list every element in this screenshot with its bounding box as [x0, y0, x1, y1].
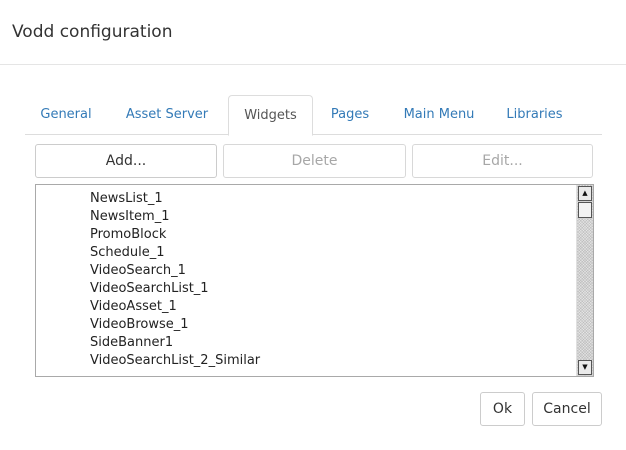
list-item[interactable]: NewsItem_1	[76, 208, 575, 226]
add-widget-button[interactable]: Add...	[35, 144, 217, 178]
tab-main-menu[interactable]: Main Menu	[389, 95, 489, 135]
dialog-title: Vodd configuration	[12, 22, 173, 42]
scrollbar-thumb[interactable]	[578, 202, 592, 218]
tab-widgets[interactable]: Widgets	[228, 95, 313, 136]
edit-widget-button[interactable]: Edit...	[412, 144, 593, 178]
tab-asset-server[interactable]: Asset Server	[111, 95, 223, 135]
list-item[interactable]: SideBanner1	[76, 334, 575, 352]
list-item[interactable]: VideoSearchList_2_Similar	[76, 352, 575, 370]
tab-bar: General Asset Server Widgets Pages Main …	[25, 95, 602, 136]
dialog-header: Vodd configuration	[0, 0, 626, 65]
widgets-listbox[interactable]: NewsList_1 NewsItem_1 PromoBlock Schedul…	[35, 184, 594, 377]
list-item[interactable]: VideoSearchList_1	[76, 280, 575, 298]
list-item[interactable]: Schedule_1	[76, 244, 575, 262]
list-item[interactable]: NewsList_1	[76, 190, 575, 208]
triangle-down-icon[interactable]: ▼	[578, 360, 592, 375]
vertical-scrollbar[interactable]: ▲ ▼	[576, 185, 593, 376]
tab-libraries[interactable]: Libraries	[495, 95, 574, 135]
triangle-up-icon[interactable]: ▲	[578, 186, 592, 201]
list-item[interactable]: PromoBlock	[76, 226, 575, 244]
tab-general[interactable]: General	[25, 95, 107, 135]
tab-pages[interactable]: Pages	[317, 95, 383, 135]
ok-button[interactable]: Ok	[480, 392, 525, 426]
list-item[interactable]: VideoBrowse_1	[76, 316, 575, 334]
cancel-button[interactable]: Cancel	[532, 392, 602, 426]
list-item[interactable]: VideoAsset_1	[76, 298, 575, 316]
list-item[interactable]: VideoSearch_1	[76, 262, 575, 280]
widgets-list: NewsList_1 NewsItem_1 PromoBlock Schedul…	[36, 185, 575, 376]
delete-widget-button[interactable]: Delete	[223, 144, 406, 178]
